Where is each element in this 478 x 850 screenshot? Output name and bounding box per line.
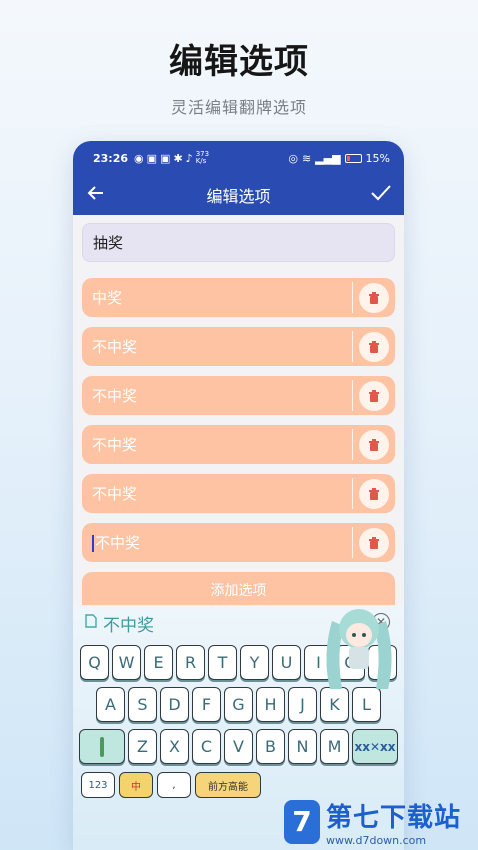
delete-button[interactable] [353, 327, 395, 366]
promo-title: 编辑选项 [169, 42, 309, 82]
trash-icon [359, 331, 389, 362]
text-cursor [92, 535, 94, 552]
delete-button[interactable] [353, 425, 395, 464]
key[interactable]: D [160, 687, 189, 722]
delete-button[interactable] [353, 376, 395, 415]
key[interactable]: L [352, 687, 381, 722]
trash-icon [359, 527, 389, 558]
option-row: 不中奖 [82, 376, 395, 415]
language-key[interactable]: 中 [119, 772, 153, 798]
space-key[interactable]: 前方高能 [195, 772, 261, 798]
app-icon: ▣ [160, 151, 171, 165]
key[interactable]: Z [128, 729, 157, 764]
status-bar: 23:26 ◉ ▣ ▣ ✱ ♪ 373 K/s ◎ ≋ ▂▄▆ 15% [73, 141, 404, 175]
delete-button[interactable] [353, 474, 395, 513]
backspace-key[interactable]: xx✕xx [352, 729, 398, 764]
promo-subtitle: 灵活编辑翻牌选项 [170, 98, 307, 117]
key[interactable]: V [224, 729, 253, 764]
battery-icon [344, 153, 362, 163]
key[interactable]: W [112, 645, 141, 680]
status-icons-right: ◎ ≋ ▂▄▆ 15% [288, 152, 390, 165]
key[interactable]: T [208, 645, 237, 680]
key[interactable]: R [176, 645, 205, 680]
key[interactable]: C [192, 729, 221, 764]
option-input[interactable]: 不中奖 [82, 483, 352, 504]
option-list: 中奖 不中奖 不中奖 不中奖 不中奖 不中奖 [82, 278, 395, 562]
mute-icon: ♪ [185, 151, 193, 165]
shift-key[interactable] [79, 729, 125, 764]
key[interactable]: H [256, 687, 285, 722]
suggestion-word[interactable]: 不中奖 [103, 611, 154, 636]
arrow-left-icon[interactable] [85, 183, 107, 207]
key[interactable]: J [288, 687, 317, 722]
app-bar: 编辑选项 [73, 175, 404, 215]
site-logo: 7 [284, 799, 320, 844]
option-input[interactable]: 不中奖 [82, 336, 352, 357]
site-watermark: 7 第七下载站 www.d7down.com [284, 793, 478, 850]
option-input[interactable]: 中奖 [82, 287, 352, 308]
comma-key[interactable]: , [157, 772, 191, 798]
key[interactable]: F [192, 687, 221, 722]
site-brand: 第七下载站 [326, 802, 462, 833]
key[interactable]: Y [240, 645, 269, 680]
battery-percent: 15% [365, 151, 390, 165]
option-row: 不中奖 [82, 474, 395, 513]
status-icons-left: ◉ ▣ ▣ ✱ ♪ [134, 152, 193, 165]
key[interactable]: U [272, 645, 301, 680]
site-url: www.d7down.com [326, 833, 427, 847]
key[interactable]: E [144, 645, 173, 680]
option-row: 不中奖 [82, 327, 395, 366]
key[interactable]: K [320, 687, 349, 722]
option-input[interactable]: 不中奖 [82, 385, 352, 406]
bluetooth-icon: ✱ [173, 151, 183, 165]
key[interactable]: S [128, 687, 157, 722]
key[interactable]: M [320, 729, 349, 764]
net-speed: 373 K/s [195, 150, 210, 165]
option-input[interactable]: 不中奖 [82, 532, 352, 553]
key[interactable]: N [288, 729, 317, 764]
status-time: 23:26 [93, 151, 129, 165]
option-row: 中奖 [82, 278, 395, 317]
trash-icon [359, 380, 389, 411]
option-row-focused: 不中奖 [82, 523, 395, 562]
phone-screen: 23:26 ◉ ▣ ▣ ✱ ♪ 373 K/s ◎ ≋ ▂▄▆ 15% 编辑选项 [73, 141, 404, 850]
hotspot-icon: ◎ [288, 151, 298, 165]
notification-icon: ▣ [146, 151, 158, 165]
key[interactable]: X [160, 729, 189, 764]
option-input[interactable]: 不中奖 [82, 434, 352, 455]
delete-button[interactable] [353, 523, 395, 562]
title-input[interactable]: 抽奖 [82, 223, 395, 262]
delete-button[interactable] [353, 278, 395, 317]
document-icon [85, 613, 97, 633]
eye-icon: ◉ [134, 151, 144, 165]
option-row: 不中奖 [82, 425, 395, 464]
trash-icon [359, 282, 389, 313]
key-row-2: A S D F G H J K L [73, 687, 404, 722]
check-icon[interactable] [370, 183, 392, 207]
trash-icon [359, 429, 389, 460]
key[interactable]: B [256, 729, 285, 764]
wifi-icon: ≋ [301, 151, 312, 165]
key[interactable]: A [96, 687, 125, 722]
key[interactable]: G [224, 687, 253, 722]
mascot-illustration [326, 609, 392, 689]
trash-icon [359, 478, 389, 509]
number-switch-key[interactable]: 123 [81, 772, 115, 798]
key-row-3: Z X C V B N M xx✕xx [73, 729, 404, 764]
editor-content: 抽奖 中奖 不中奖 不中奖 不中奖 不中奖 不中奖 添加选项 [73, 215, 404, 608]
key[interactable]: Q [80, 645, 109, 680]
signal-icon: ▂▄▆ [315, 151, 341, 165]
app-bar-title: 编辑选项 [206, 187, 271, 206]
